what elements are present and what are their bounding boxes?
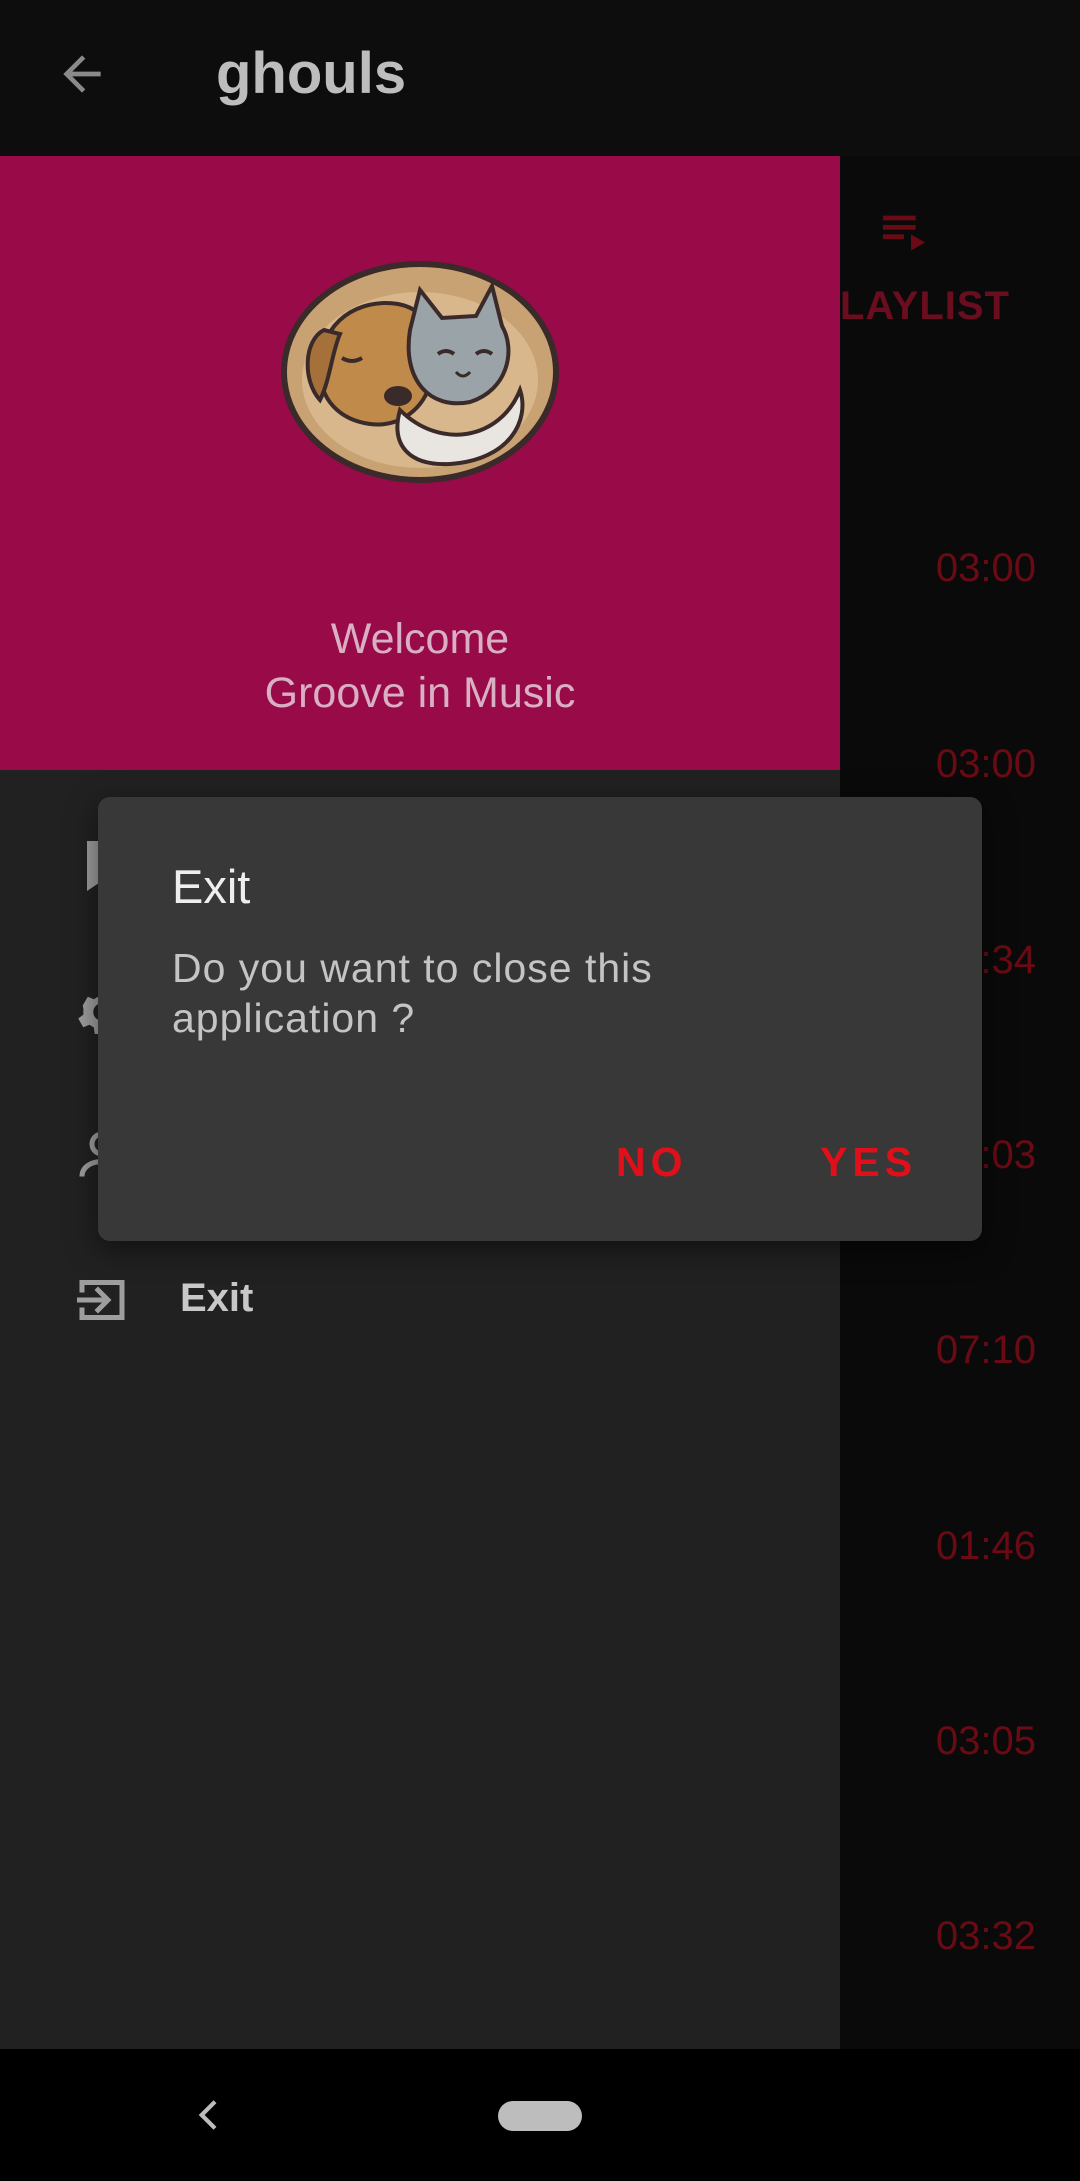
track-duration: 07:10 xyxy=(935,1328,1036,1372)
system-nav-bar xyxy=(0,2049,1080,2181)
dog-cat-logo xyxy=(281,261,559,483)
app-title: ghouls xyxy=(216,41,407,106)
track-duration: 03:00 xyxy=(935,546,1036,590)
track-duration: :34 xyxy=(980,938,1036,982)
exit-dialog: Exit Do you want to close this applicati… xyxy=(98,797,982,1241)
app-name-line: Groove in Music xyxy=(264,669,576,717)
track-duration: 01:46 xyxy=(935,1524,1036,1568)
track-duration: 03:00 xyxy=(935,742,1036,786)
dialog-title: Exit xyxy=(172,860,251,913)
app-bar: ghouls xyxy=(0,0,1080,156)
welcome-line: Welcome xyxy=(330,615,510,663)
dialog-message: Do you want to close this application ? xyxy=(172,945,653,1041)
drawer-header: Welcome Groove in Music xyxy=(0,156,840,770)
track-duration: 03:32 xyxy=(935,1914,1036,1958)
playlist-tab-label: LAYLIST xyxy=(840,284,1010,328)
no-button[interactable]: NO xyxy=(602,1129,702,1196)
yes-button[interactable]: YES xyxy=(806,1129,931,1196)
exit-label: Exit xyxy=(180,1276,254,1320)
playlist-play-icon xyxy=(883,215,925,251)
nav-home-pill[interactable] xyxy=(498,2101,582,2131)
nav-back-icon[interactable] xyxy=(190,2095,230,2135)
track-duration: 03:05 xyxy=(935,1719,1036,1763)
welcome-text: Welcome Groove in Music xyxy=(0,612,840,720)
exit-icon xyxy=(77,1280,125,1320)
track-duration: :03 xyxy=(980,1133,1036,1177)
arrow-back-icon xyxy=(63,55,101,93)
back-button[interactable] xyxy=(44,36,120,112)
